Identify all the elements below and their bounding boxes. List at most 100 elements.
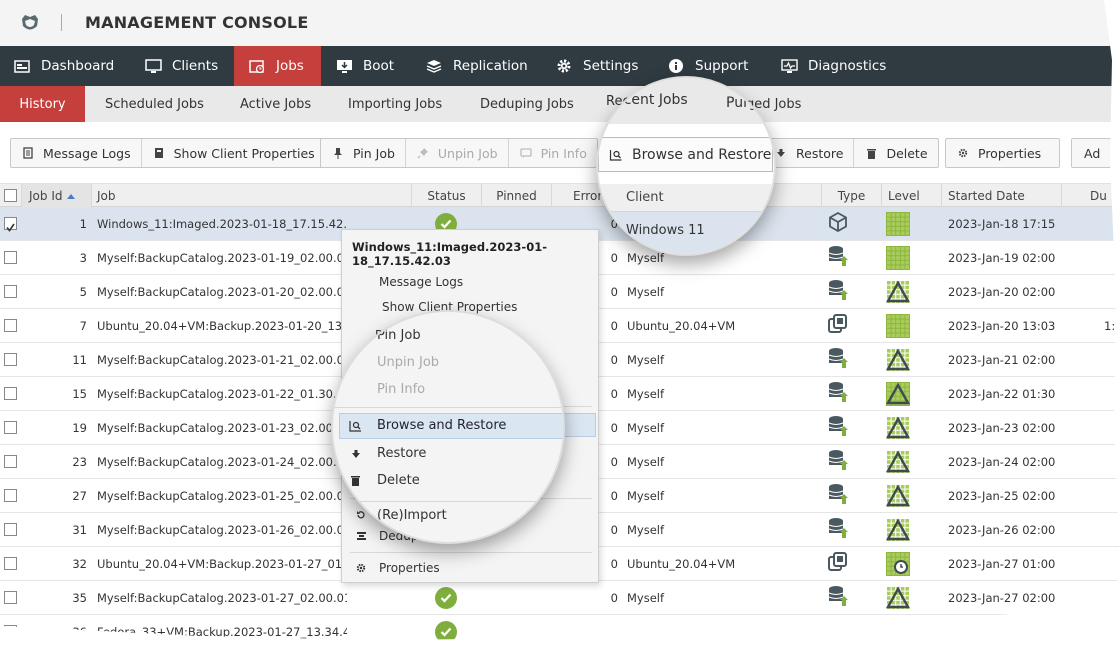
jobs-icon — [248, 58, 266, 74]
cell-job-id: 23 — [72, 454, 87, 469]
cell-type — [828, 377, 852, 410]
backup-level-icon — [886, 517, 910, 542]
restore-button[interactable]: Restore — [764, 139, 855, 167]
row-checkbox[interactable] — [4, 285, 17, 298]
database-icon — [828, 415, 848, 440]
row-checkbox[interactable] — [4, 591, 17, 604]
show-client-properties-button[interactable]: Show Client Properties — [142, 139, 325, 167]
column-label: Job — [97, 188, 116, 203]
tab-importing-jobs[interactable]: Importing Jobs — [348, 86, 442, 122]
nav-boot[interactable]: Boot — [323, 46, 411, 86]
row-checkbox[interactable] — [4, 421, 17, 434]
cell-job-id: 19 — [72, 420, 87, 435]
magnified-tab-purged: Purge — [726, 95, 767, 111]
cell-errors: 0 — [610, 556, 618, 571]
magnified-browse-restore-button[interactable]: Browse and Restore — [598, 137, 773, 172]
toolbar-group-logs: Message Logs Show Client Properties — [10, 138, 326, 168]
magnified-pin-job: Pin Job — [377, 328, 421, 343]
database-icon — [828, 449, 848, 474]
add-button[interactable]: Ad — [1072, 139, 1110, 167]
nav-jobs[interactable]: Jobs — [234, 46, 321, 86]
col-job-id[interactable]: Job Id — [22, 184, 92, 207]
cell-errors: 0 — [610, 590, 618, 605]
row-checkbox[interactable] — [4, 625, 17, 638]
gear-icon — [555, 58, 573, 74]
cell-type — [828, 547, 852, 580]
table-row[interactable]: 36 Fedora_33+VM:Backup.2023-01-27_13.34.4… — [0, 615, 1120, 640]
row-checkbox[interactable] — [4, 557, 17, 570]
pin-job-button[interactable]: Pin Job — [321, 139, 406, 167]
comment-icon — [519, 146, 533, 160]
row-checkbox[interactable] — [4, 319, 17, 332]
nav-replication[interactable]: Replication — [413, 46, 543, 86]
client-props-icon — [152, 146, 166, 160]
cell-level — [886, 343, 912, 376]
col-pinned[interactable]: Pinned — [482, 184, 552, 207]
nav-clients[interactable]: Clients — [132, 46, 232, 86]
row-checkbox[interactable] — [4, 217, 17, 232]
message-logs-button[interactable]: Message Logs — [11, 139, 142, 167]
cell-type — [828, 411, 852, 444]
tab-history[interactable]: History — [0, 86, 85, 122]
menu-divider — [333, 407, 563, 408]
row-checkbox[interactable] — [4, 251, 17, 264]
cell-errors: 0 — [610, 284, 618, 299]
col-level[interactable]: Level — [882, 184, 942, 207]
menu-divider — [333, 501, 563, 502]
cell-client: Myself — [627, 488, 665, 503]
tab-scheduled-jobs[interactable]: Scheduled Jobs — [105, 86, 204, 122]
tab-active-jobs[interactable]: Active Jobs — [240, 86, 311, 122]
cell-level — [886, 513, 912, 546]
tab-deduping-jobs[interactable]: Deduping Jobs — [480, 86, 574, 122]
cell-type — [828, 479, 852, 512]
backup-level-icon — [886, 449, 910, 474]
col-status[interactable]: Status — [412, 184, 482, 207]
ctx-properties[interactable]: Properties — [342, 558, 598, 578]
column-label: Pinned — [496, 188, 537, 203]
table-row[interactable]: 35 Myself:BackupCatalog.2023-01-27_02.00.… — [0, 581, 1120, 615]
properties-button[interactable]: Properties — [946, 139, 1059, 167]
col-duration[interactable]: Du — [1062, 184, 1120, 207]
col-type[interactable]: Type — [822, 184, 882, 207]
cell-level — [886, 207, 912, 240]
backup-level-icon — [886, 585, 910, 610]
row-checkbox[interactable] — [4, 455, 17, 468]
cell-job: Myself:BackupCatalog.2023-01-25_02.00.00… — [97, 488, 347, 503]
row-checkbox[interactable] — [4, 489, 17, 502]
trash-icon — [864, 146, 878, 160]
cell-client: Myself — [627, 420, 665, 435]
cell-job: Myself:BackupCatalog.2023-01-26_02.00.00… — [97, 522, 347, 537]
nav-diagnostics[interactable]: Diagnostics — [770, 46, 900, 86]
cell-job-id: 7 — [79, 318, 87, 333]
button-label: Unpin Job — [437, 145, 498, 161]
app-window: MANAGEMENT CONSOLE Dashboard Clients Job… — [0, 0, 1120, 640]
nav-label: Clients — [172, 58, 219, 74]
cell-job-id: 27 — [72, 488, 87, 503]
toolbar-group-restore: Restore Delete — [764, 138, 939, 168]
row-checkbox[interactable] — [4, 523, 17, 536]
row-checkbox[interactable] — [4, 353, 17, 366]
col-started-date[interactable]: Started Date — [942, 184, 1062, 207]
ctx-message-logs[interactable]: Message Logs — [342, 272, 598, 292]
cell-errors — [600, 615, 618, 640]
select-all-checkbox[interactable] — [4, 189, 17, 202]
row-checkbox[interactable] — [4, 387, 17, 400]
cell-client: Myself — [627, 454, 665, 469]
unpin-job-button[interactable]: Unpin Job — [406, 139, 509, 167]
column-label: Type — [837, 188, 866, 203]
browse-icon — [609, 149, 622, 161]
cell-level — [886, 581, 912, 614]
nav-label: Jobs — [276, 58, 304, 74]
col-job[interactable]: Job — [92, 184, 412, 207]
pin-info-button[interactable]: Pin Info — [509, 139, 597, 167]
cell-level — [886, 479, 912, 512]
trash-icon — [351, 476, 360, 486]
nav-dashboard[interactable]: Dashboard — [0, 46, 130, 86]
nav-label: Boot — [363, 58, 395, 74]
database-icon — [828, 347, 848, 372]
button-label: Ad — [1084, 145, 1101, 161]
delete-button[interactable]: Delete — [854, 139, 937, 167]
cell-client: Myself — [627, 590, 665, 605]
tab-label: Active Jobs — [240, 96, 312, 112]
cell-duration — [1104, 513, 1120, 546]
